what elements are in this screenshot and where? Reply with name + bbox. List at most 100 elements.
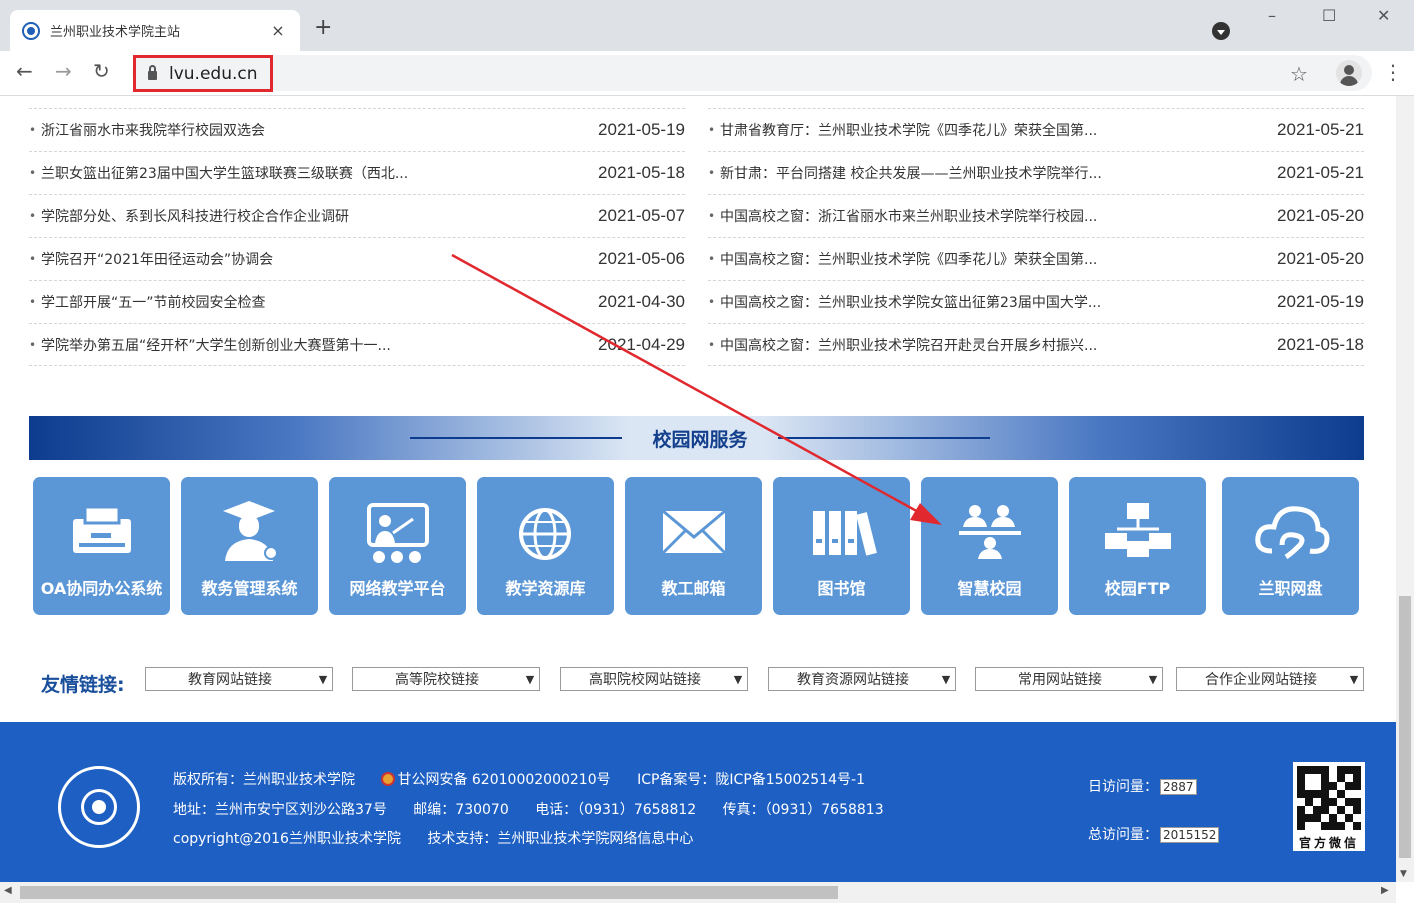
scroll-right-arrow-icon[interactable]: ▶ (1381, 885, 1389, 896)
bullet-icon: • (29, 123, 37, 137)
network-icon (1105, 503, 1171, 557)
tile-resources[interactable]: 教学资源库 (477, 477, 614, 615)
tile-label: 兰职网盘 (1258, 579, 1323, 598)
footer-copyright: copyright@2016兰州职业技术学院 (173, 831, 401, 847)
site-footer: 版权所有：兰州职业技术学院 甘公网安备 62010002000210号 ICP备… (0, 722, 1396, 882)
tab-strip: 兰州职业技术学院主站 × + – ☐ ✕ (0, 0, 1414, 51)
qr-caption: 官方微信 (1293, 834, 1365, 851)
new-tab-button[interactable]: + (314, 15, 332, 40)
close-window-button[interactable]: ✕ (1377, 6, 1390, 25)
link-select-education[interactable]: 教育网站链接 ▼ (145, 667, 333, 691)
tab-title: 兰州职业技术学院主站 (50, 25, 181, 40)
tile-library[interactable]: 图书馆 (773, 477, 910, 615)
banner-divider (410, 437, 622, 439)
tile-label: OA协同办公系统 (40, 579, 163, 598)
service-title: 校园网服务 (652, 429, 748, 451)
tile-smart-campus[interactable]: 智慧校园 (921, 477, 1058, 615)
tile-cloud-drive[interactable]: 兰职网盘 (1222, 477, 1359, 615)
tile-elearning[interactable]: 网络教学平台 (329, 477, 466, 615)
browser-menu-icon[interactable]: ⋮ (1383, 60, 1403, 84)
daily-visits: 日访问量： 2887 (1088, 776, 1197, 796)
link-select-universities[interactable]: 高等院校链接 ▼ (352, 667, 540, 691)
college-emblem-icon (58, 766, 140, 848)
browser-tab[interactable]: 兰州职业技术学院主站 × (10, 10, 300, 51)
footer-line-1: 版权所有：兰州职业技术学院 甘公网安备 62010002000210号 ICP备… (173, 769, 887, 789)
chevron-down-icon: ▼ (1349, 672, 1359, 686)
vertical-scroll-thumb[interactable] (1399, 596, 1411, 858)
footer-support: 技术支持：兰州职业技术学院网络信息中心 (427, 831, 694, 847)
site-logo-icon (22, 21, 40, 40)
bullet-icon: • (29, 295, 37, 309)
tile-ftp[interactable]: 校园FTP (1069, 477, 1206, 615)
news-item[interactable]: • 兰职女篮出征第23届中国大学生篮球联赛三级联赛（西北... 2021-05-18 (29, 151, 685, 194)
chevron-down-icon: ▼ (318, 672, 328, 686)
vertical-scrollbar[interactable] (1396, 96, 1414, 882)
horizontal-scroll-thumb[interactable] (20, 886, 838, 899)
news-item[interactable]: • 甘肃省教育厅：兰州职业技术学院《四季花儿》荣获全国第... 2021-05-21 (708, 108, 1364, 151)
footer-police-record[interactable]: 甘公网安备 62010002000210号 (397, 772, 610, 788)
horizontal-scrollbar[interactable] (0, 882, 1396, 903)
total-visits: 总访问量： 2015152 (1088, 824, 1220, 844)
url-highlight-box[interactable]: lvu.edu.cn (133, 55, 273, 92)
chevron-down-icon: ▼ (733, 672, 743, 686)
news-item[interactable]: • 学院部分处、系到长风科技进行校企合作企业调研 2021-05-07 (29, 194, 685, 237)
mail-icon (661, 509, 727, 555)
tile-label: 智慧校园 (957, 579, 1022, 598)
tab-close-icon[interactable]: × (268, 21, 288, 40)
tile-academic[interactable]: 教务管理系统 (181, 477, 318, 615)
link-select-common[interactable]: 常用网站链接 ▼ (975, 667, 1163, 691)
tile-label: 教工邮箱 (661, 579, 726, 598)
news-item[interactable]: • 中国高校之窗：兰州职业技术学院女篮出征第23届中国大学... 2021-05-1… (708, 280, 1364, 323)
link-select-resources[interactable]: 教育资源网站链接 ▼ (768, 667, 956, 691)
bullet-icon: • (29, 337, 37, 352)
maximize-button[interactable]: ☐ (1322, 6, 1336, 25)
chevron-down-icon: ▼ (941, 672, 951, 686)
tile-oa[interactable]: OA协同办公系统 (33, 477, 170, 615)
footer-fax: 传真：（0931）7658813 (722, 802, 884, 818)
graduate-icon (223, 501, 278, 561)
teacher-board-icon (367, 503, 429, 563)
minimize-button[interactable]: – (1268, 6, 1276, 25)
links-label: 友情链接: (41, 674, 125, 696)
footer-copyright-owner: 版权所有：兰州职业技术学院 (173, 772, 355, 788)
bookmark-star-icon[interactable]: ☆ (1290, 62, 1308, 86)
bullet-icon: • (708, 337, 716, 352)
cloud-icon (1255, 506, 1330, 560)
link-select-vocational[interactable]: 高职院校网站链接 ▼ (560, 667, 748, 691)
news-item[interactable]: • 中国高校之窗：兰州职业技术学院《四季花儿》荣获全国第... 2021-05-20 (708, 237, 1364, 280)
tile-label: 图书馆 (817, 579, 866, 598)
qr-code-icon (1293, 762, 1365, 834)
scroll-down-arrow-icon[interactable]: ▼ (1400, 869, 1407, 879)
news-item[interactable]: • 学院举办第五届“经开杯”大学生创新创业大赛暨第十一... 2021-04-29 (29, 323, 685, 366)
tile-label: 校园FTP (1104, 579, 1171, 598)
tile-mail[interactable]: 教工邮箱 (625, 477, 762, 615)
url-text: lvu.edu.cn (169, 63, 258, 84)
footer-phone: 电话：（0931）7658812 (535, 802, 697, 818)
forward-button[interactable]: → (55, 59, 72, 83)
address-bar[interactable] (132, 55, 1372, 91)
footer-icp[interactable]: ICP备案号：陇ICP备15002514号-1 (637, 772, 865, 788)
news-list-right: • 甘肃省教育厅：兰州职业技术学院《四季花儿》荣获全国第... 2021-05-21… (708, 108, 1364, 366)
profile-icon[interactable] (1336, 60, 1362, 86)
link-select-partners[interactable]: 合作企业网站链接 ▼ (1176, 667, 1364, 691)
service-tiles: OA协同办公系统 教务管理系统 网络教学平台 教学资源库 教工邮箱 图书馆 智慧… (33, 477, 1363, 615)
browser-window: 兰州职业技术学院主站 × + – ☐ ✕ ← → ↻ lvu.edu.cn ☆ … (0, 0, 1414, 903)
news-item[interactable]: • 浙江省丽水市来我院举行校园双选会 2021-05-19 (29, 108, 685, 151)
printer-icon (73, 505, 131, 553)
books-icon (813, 511, 877, 556)
news-item[interactable]: • 学院召开“2021年田径运动会”协调会 2021-05-06 (29, 237, 685, 280)
bullet-icon: • (708, 123, 716, 137)
footer-postcode: 邮编：730070 (413, 802, 509, 818)
news-item[interactable]: • 学工部开展“五一”节前校园安全检查 2021-04-30 (29, 280, 685, 323)
news-item[interactable]: • 中国高校之窗：浙江省丽水市来兰州职业技术学院举行校园... 2021-05-20 (708, 194, 1364, 237)
news-item[interactable]: • 中国高校之窗：兰州职业技术学院召开赴灵台开展乡村振兴... 2021-05-18 (708, 323, 1364, 366)
tab-search-icon[interactable] (1212, 22, 1230, 40)
footer-line-2: 地址：兰州市安宁区刘沙公路37号 邮编：730070 电话：（0931）7658… (173, 799, 906, 819)
bullet-icon: • (29, 166, 37, 180)
news-item[interactable]: • 新甘肃：平台同搭建 校企共发展——兰州职业技术学院举行... 2021-05-2… (708, 151, 1364, 194)
back-button[interactable]: ← (16, 59, 33, 83)
lock-icon (148, 65, 157, 80)
tile-label: 教学资源库 (505, 579, 586, 598)
scroll-left-arrow-icon[interactable]: ◀ (4, 885, 12, 896)
reload-button[interactable]: ↻ (93, 59, 110, 83)
